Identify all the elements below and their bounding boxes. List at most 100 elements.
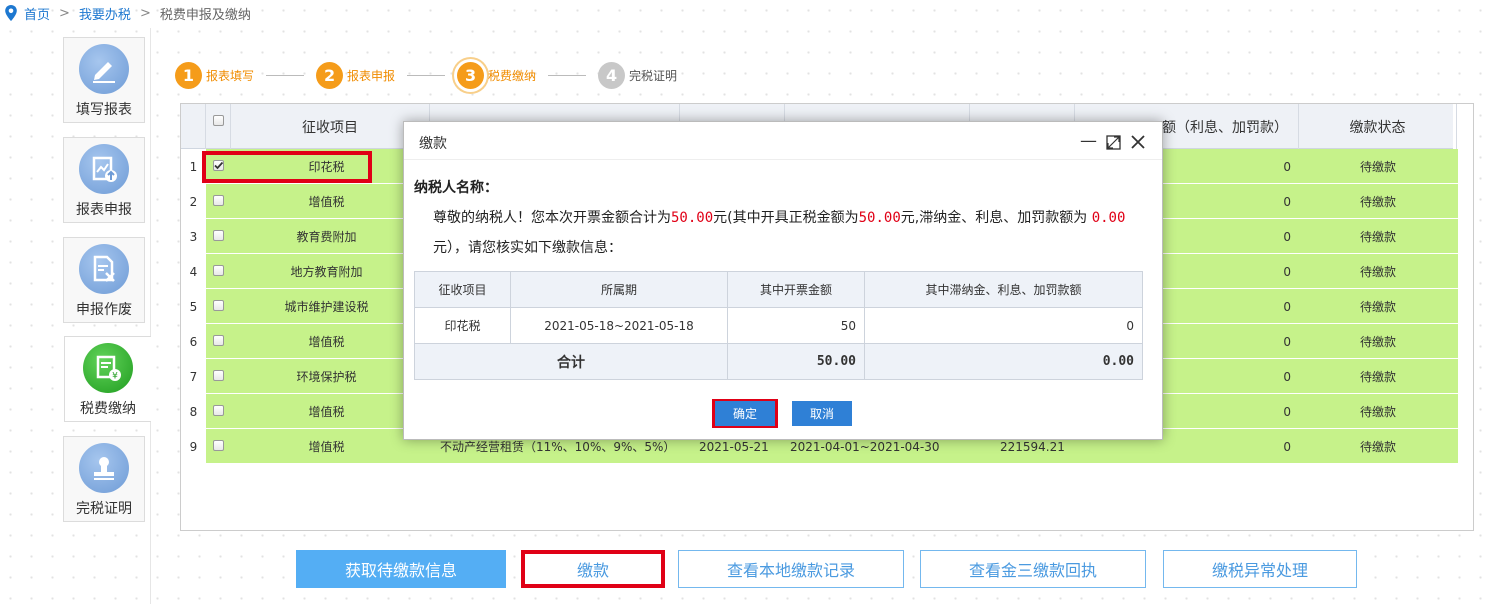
row-late-fee: 0	[1283, 404, 1291, 419]
step-connector	[548, 74, 587, 76]
payment-dialog: 缴款 — 纳税人名称： 尊敬的纳税人！您本次开票金额合计为50.00元(其中开具…	[403, 121, 1163, 440]
payment-table-total: 合计 50.00 0.00	[414, 343, 1143, 380]
pencil-icon	[79, 44, 129, 94]
row-late-fee: 0	[1283, 369, 1291, 384]
pay-button[interactable]: 缴款	[521, 550, 665, 588]
row-item: 城市维护建设税	[284, 300, 369, 314]
row-item: 地方教育附加	[290, 265, 363, 279]
step-tax-certificate: 4 完税证明	[598, 61, 678, 89]
row-checkbox[interactable]	[213, 335, 224, 346]
row-checkbox[interactable]	[213, 230, 224, 241]
row-checkbox[interactable]	[213, 265, 224, 276]
svg-text:¥: ¥	[112, 372, 118, 382]
progress-steps: 1 报表填写 2 报表申报 3 税费缴纳 4 完税证明	[175, 61, 677, 89]
row-late-fee: 0	[1283, 334, 1291, 349]
row-number: 7	[181, 359, 206, 394]
dialog-header: 缴款 —	[404, 122, 1162, 160]
row-number: 2	[181, 184, 206, 219]
late-fee-amount: 0.00	[1091, 210, 1126, 226]
breadcrumb-current: 税费申报及缴纳	[159, 7, 251, 23]
row-checkbox[interactable]	[213, 405, 224, 416]
step-number: 3	[457, 61, 485, 89]
sidebar-item-label: 税费缴纳	[80, 401, 136, 417]
row-late-fee: 0	[1283, 439, 1291, 454]
row-item: 增值税	[308, 405, 345, 419]
col-item: 征收项目	[414, 271, 511, 308]
row-item: 增值税	[308, 195, 345, 209]
row-checkbox[interactable]	[213, 440, 224, 451]
header-item: 征收项目	[231, 104, 430, 149]
sidebar-divider	[150, 28, 151, 604]
row-status: 待缴款	[1359, 335, 1396, 349]
breadcrumb: 首页 > 我要办税 > 税费申报及缴纳	[4, 4, 251, 23]
header-status: 缴款状态	[1299, 104, 1457, 149]
minimize-icon[interactable]: —	[1080, 131, 1097, 151]
report-upload-icon	[79, 144, 129, 194]
tax-payment-icon: ¥	[83, 343, 133, 393]
payment-table-header: 征收项目 所属期 其中开票金额 其中滞纳金、利息、加罚款额	[414, 271, 1143, 308]
col-period: 所属期	[510, 271, 728, 308]
step-label: 报表申报	[347, 68, 396, 83]
row-checkbox[interactable]	[213, 195, 224, 206]
sidebar-item-tax-payment[interactable]: ¥ 税费缴纳	[64, 336, 151, 422]
cell-late-fee: 0	[864, 307, 1143, 344]
sidebar-item-submit-report[interactable]: 报表申报	[63, 137, 145, 223]
total-amount-cell: 50.00	[727, 343, 865, 380]
confirm-button[interactable]: 确定	[715, 401, 775, 426]
row-number: 9	[181, 429, 206, 464]
breadcrumb-home-link[interactable]: 首页	[24, 4, 50, 23]
step-label: 完税证明	[629, 68, 678, 83]
report-void-icon	[79, 244, 129, 294]
row-number: 5	[181, 289, 206, 324]
step-connector	[266, 74, 305, 76]
fetch-pending-button[interactable]: 获取待缴款信息	[296, 550, 506, 588]
sidebar-item-fill-report[interactable]: 填写报表	[63, 37, 145, 123]
step-label: 报表填写	[206, 68, 255, 83]
close-icon[interactable]	[1131, 135, 1145, 149]
message-text: 元(其中开具正税金额为	[713, 210, 859, 226]
col-late-fee: 其中滞纳金、利息、加罚款额	[864, 271, 1143, 308]
location-pin-icon	[5, 5, 17, 21]
row-item: 增值税	[308, 335, 345, 349]
sidebar-item-label: 申报作废	[76, 302, 132, 318]
breadcrumb-separator: >	[139, 5, 151, 21]
cell-item: 印花税	[414, 307, 511, 344]
row-status: 待缴款	[1359, 265, 1396, 279]
cancel-button[interactable]: 取消	[792, 401, 852, 426]
sidebar-item-label: 填写报表	[76, 102, 132, 118]
row-status: 待缴款	[1359, 230, 1396, 244]
step-number: 4	[598, 61, 626, 89]
col-amount: 其中开票金额	[727, 271, 865, 308]
sidebar-item-label: 报表申报	[76, 202, 132, 218]
step-submit-report: 2 报表申报	[316, 61, 396, 89]
message-text: 元），请您核实如下缴款信息：	[433, 240, 622, 256]
row-number: 8	[181, 394, 206, 429]
sidebar-item-void-report[interactable]: 申报作废	[63, 237, 145, 323]
row-status: 待缴款	[1359, 440, 1396, 454]
header-select-all[interactable]	[206, 104, 231, 149]
row-late-fee: 0	[1283, 229, 1291, 244]
highlight-row1	[202, 151, 372, 183]
sidebar-item-tax-certificate[interactable]: 完税证明	[63, 436, 145, 522]
row-number: 6	[181, 324, 206, 359]
receipt-button[interactable]: 查看金三缴款回执	[920, 550, 1146, 588]
row-item: 增值税	[308, 440, 345, 454]
local-records-button[interactable]: 查看本地缴款记录	[678, 550, 904, 588]
exception-button[interactable]: 缴税异常处理	[1163, 550, 1357, 588]
maximize-icon[interactable]	[1106, 135, 1121, 150]
row-checkbox[interactable]	[213, 300, 224, 311]
payment-table-row: 印花税 2021-05-18~2021-05-18 50 0	[414, 307, 1143, 344]
breadcrumb-tax-link[interactable]: 我要办税	[79, 4, 131, 23]
row-checkbox[interactable]	[213, 370, 224, 381]
stamp-icon	[79, 443, 129, 493]
cell-amount: 50	[727, 307, 865, 344]
sidebar-item-label: 完税证明	[76, 501, 132, 517]
row-item: 环境保护税	[296, 370, 357, 384]
total-late-fee-cell: 0.00	[864, 343, 1143, 380]
payment-table: 征收项目 所属期 其中开票金额 其中滞纳金、利息、加罚款额 印花税 2021-0…	[414, 271, 1143, 380]
step-number: 2	[316, 61, 344, 89]
select-all-checkbox[interactable]	[213, 115, 224, 126]
step-connector	[407, 74, 446, 76]
header-rownum	[181, 104, 206, 149]
step-label: 税费缴纳	[488, 68, 537, 83]
